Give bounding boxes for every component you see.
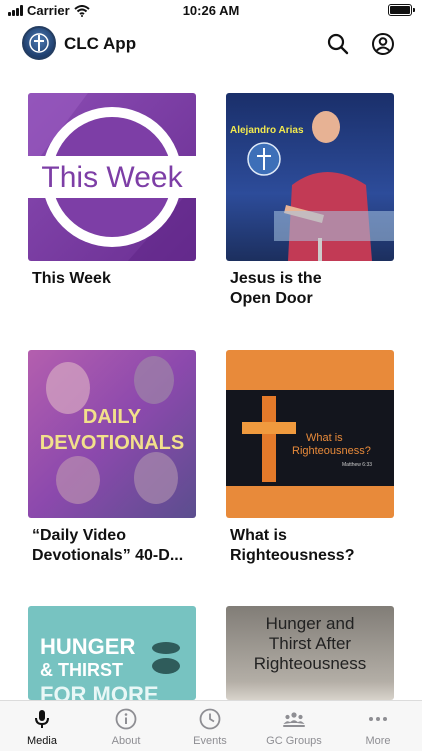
thumb-text-what-is: What is [306,432,343,444]
tab-label: Events [193,735,227,747]
thumb-text-daily: DAILY [82,406,142,428]
media-thumbnail[interactable]: HUNGER & THIRST FOR MORE [28,606,196,700]
groups-icon [283,712,305,727]
thumb-text-devotionals: DEVOTIONALS [39,432,185,454]
media-thumbnail[interactable]: Alejandro Arias [226,93,394,261]
tab-label: GC Groups [266,735,322,747]
tab-gc-groups[interactable]: GC Groups [252,707,336,747]
tab-label: Media [27,735,57,747]
tab-media[interactable]: Media [0,707,84,747]
tab-about[interactable]: About [84,707,168,747]
status-bar: Carrier 10:26 AM [0,0,422,22]
media-thumbnail[interactable]: DAILY DEVOTIONALS [28,350,196,518]
info-icon [115,708,137,730]
clock-icon [199,708,221,730]
app-title: CLC App [64,34,137,53]
battery-icon [388,4,415,16]
thumb-title-text: This Week [41,161,183,194]
status-time: 10:26 AM [182,3,240,18]
media-title[interactable]: This Week [32,269,202,289]
tab-label: More [365,735,391,747]
search-icon[interactable] [326,32,350,56]
app-logo [22,26,56,60]
media-title[interactable]: Jesus is the Open Door [230,269,400,309]
media-title[interactable]: “Daily Video Devotionals” 40-D... [32,526,202,566]
media-thumbnail[interactable]: This Week [28,93,196,261]
more-icon [369,717,387,721]
thumb-text-thirst-after: Thirst After [268,634,352,653]
thumb-text-righteousness: Righteousness [253,654,367,673]
tab-label: About [111,735,141,747]
tab-more[interactable]: More [336,707,420,747]
thumb-text-righteousness: Righteousness? [292,445,371,457]
thumb-text-hunger-and: Hunger and [265,614,355,633]
profile-icon[interactable] [371,32,395,56]
tab-events[interactable]: Events [168,707,252,747]
microphone-icon [35,710,49,728]
header: CLC App [0,22,422,66]
media-thumbnail[interactable]: What is Righteousness? Matthew 6:33 [226,350,394,518]
thumb-caption: Matthew 6:33 [342,462,373,468]
media-thumbnail[interactable]: Hunger and Thirst After Righteousness [226,606,394,700]
tab-bar: Media About Events GC Groups More [0,700,422,751]
media-title[interactable]: What is Righteousness? [230,526,400,566]
